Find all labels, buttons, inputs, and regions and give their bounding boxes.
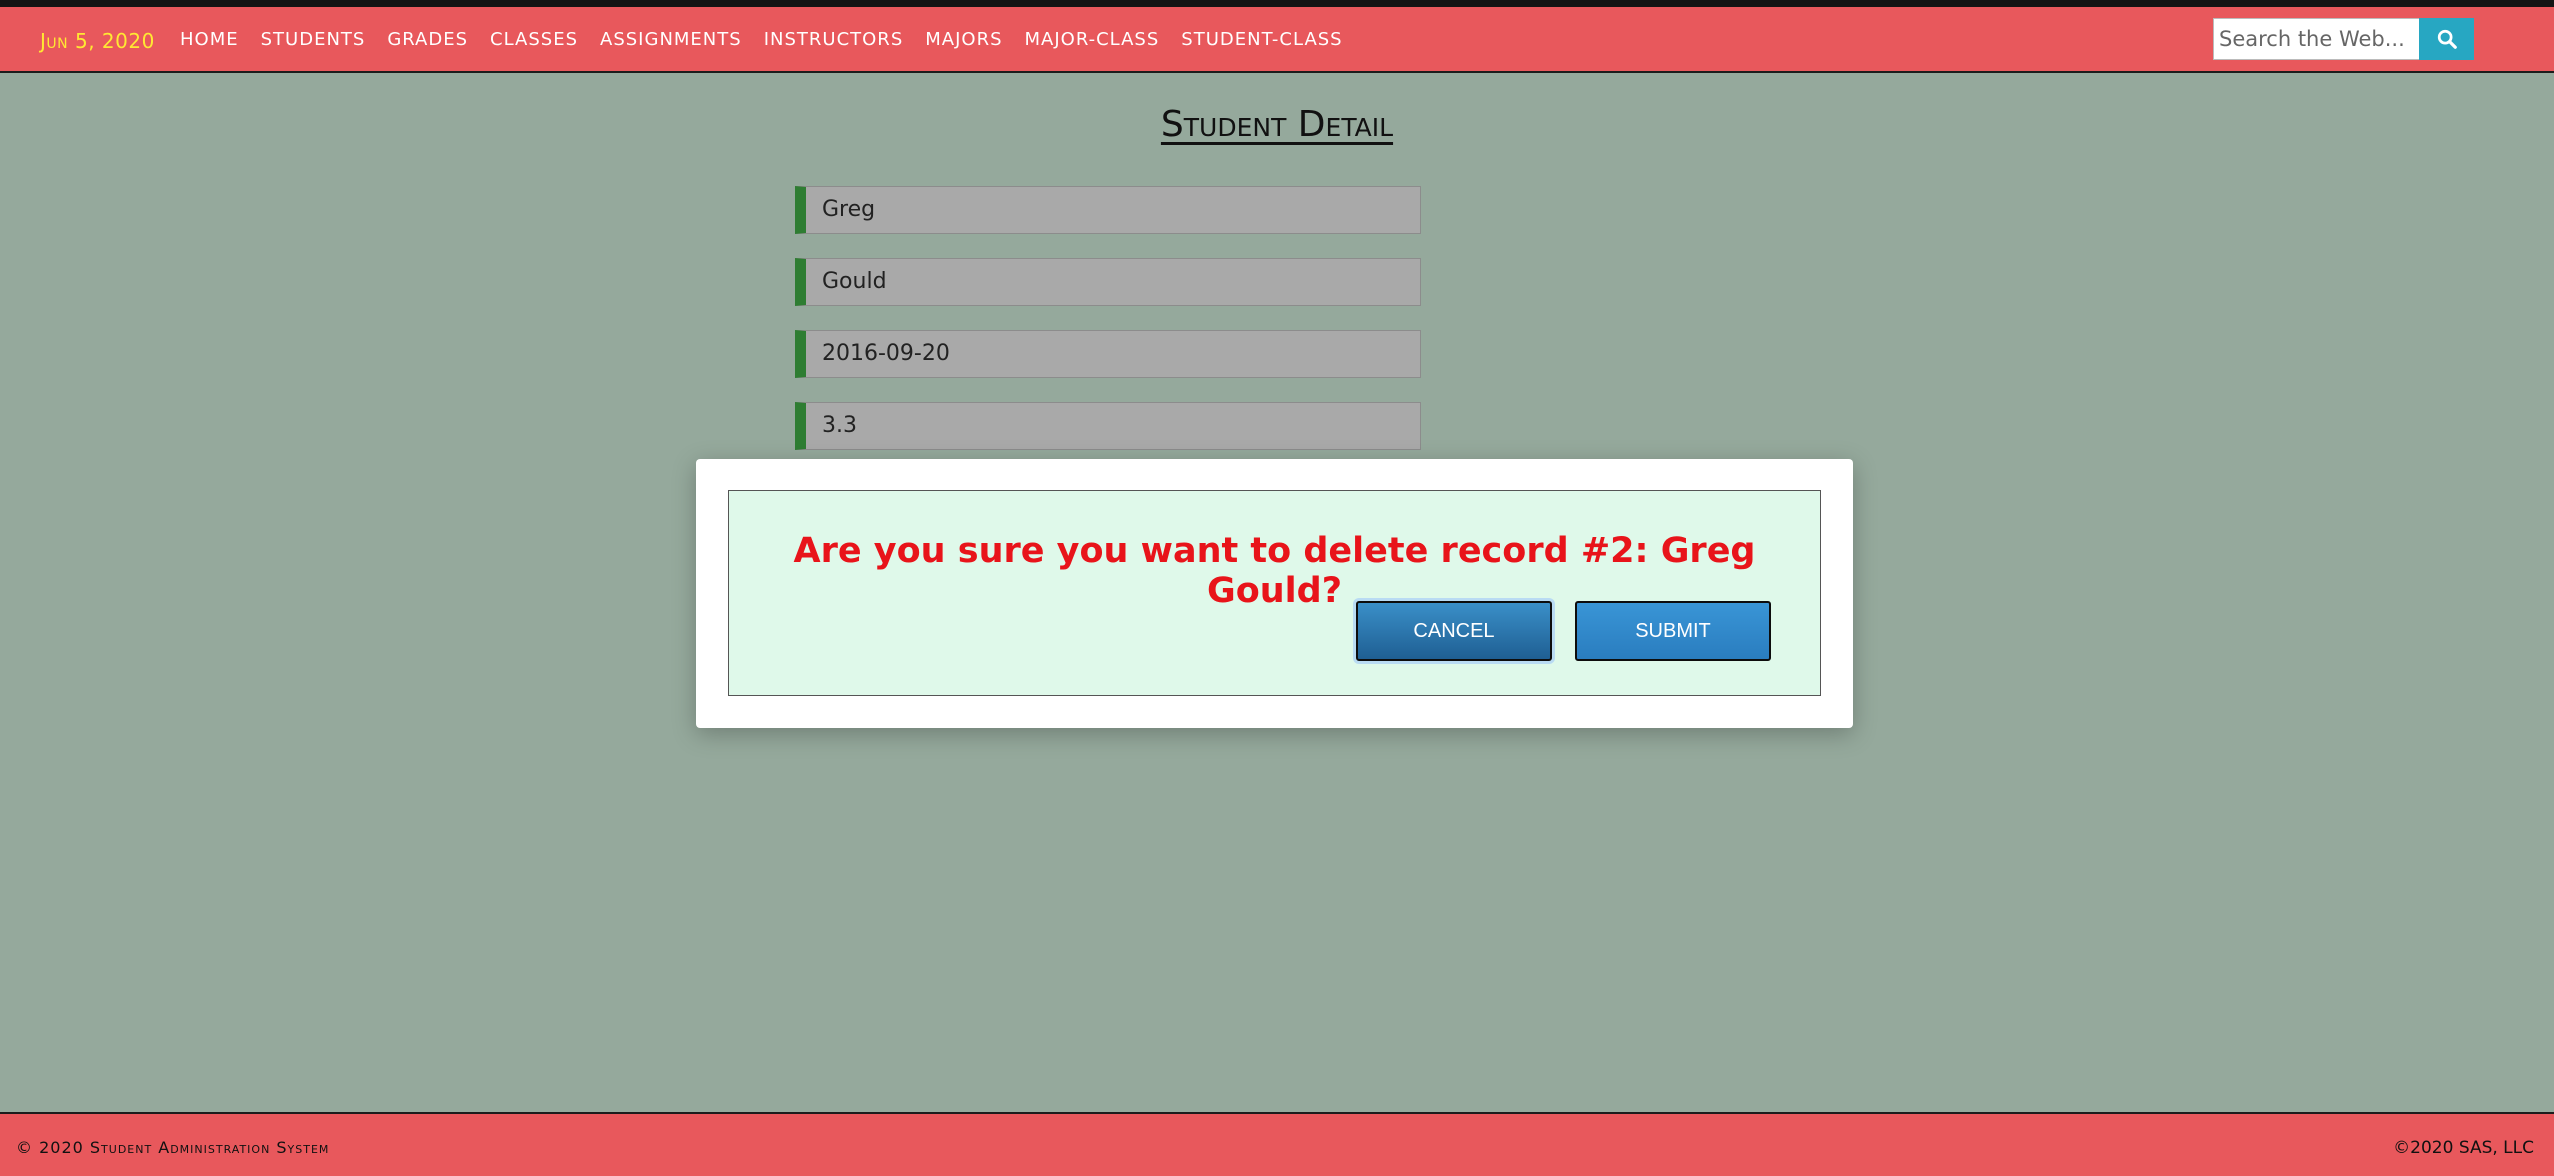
nav-link-majors[interactable]: Majors — [925, 29, 1002, 50]
delete-confirm-modal: Are you sure you want to delete record #… — [696, 459, 1853, 728]
first-name-field: Greg — [795, 186, 1421, 234]
nav-link-classes[interactable]: Classes — [490, 29, 578, 50]
nav-link-students[interactable]: Students — [261, 29, 366, 50]
start-date-field: 2016-09-20 — [795, 330, 1421, 378]
nav-links: Home Students Grades Classes Assignments… — [180, 29, 1343, 50]
footer-company: ©2020 SAS, LLC — [2393, 1138, 2534, 1158]
modal-body: Are you sure you want to delete record #… — [728, 490, 1821, 696]
nav-link-instructors[interactable]: Instructors — [764, 29, 904, 50]
nav-link-assignments[interactable]: Assignments — [600, 29, 742, 50]
gpa-field: 3.3 — [795, 402, 1421, 450]
submit-button[interactable]: Submit — [1575, 601, 1771, 661]
search-button[interactable] — [2419, 18, 2474, 60]
nav-date: Jun 5, 2020 — [40, 29, 155, 53]
last-name-field: Gould — [795, 258, 1421, 306]
search-bar — [2213, 18, 2474, 60]
cancel-button[interactable]: Cancel — [1356, 601, 1552, 661]
nav-link-home[interactable]: Home — [180, 29, 239, 50]
navbar: Jun 5, 2020 Home Students Grades Classes… — [0, 7, 2554, 73]
page-title: Student Detail — [1160, 104, 1394, 145]
top-strip — [0, 0, 2554, 7]
nav-link-student-class[interactable]: Student-Class — [1181, 29, 1342, 50]
modal-message: Are you sure you want to delete record #… — [793, 531, 1756, 611]
nav-link-grades[interactable]: Grades — [387, 29, 468, 50]
footer: © 2020 Student Administration System ©20… — [0, 1112, 2554, 1176]
search-input[interactable] — [2213, 18, 2419, 60]
search-icon — [2437, 29, 2457, 49]
footer-copyright: © 2020 Student Administration System — [16, 1138, 330, 1157]
nav-link-major-class[interactable]: Major-Class — [1025, 29, 1160, 50]
